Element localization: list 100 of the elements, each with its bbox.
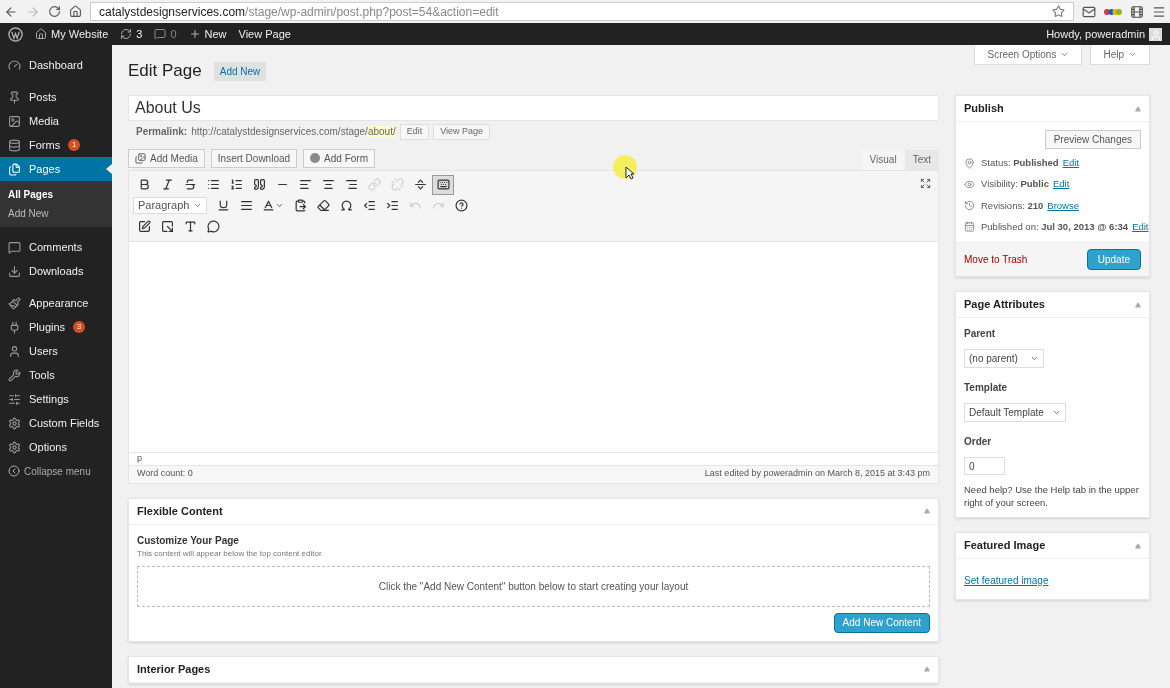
view-page-button[interactable]: View Page [433,124,491,140]
box-title: Publish [964,101,1004,117]
media-button[interactable]: Insert Download [210,148,298,168]
plus-icon [188,28,201,40]
screen-meta-tab[interactable]: Help [1090,45,1150,65]
menu-icon[interactable] [1152,4,1166,19]
menu-item[interactable]: Settings [0,387,112,411]
home-icon[interactable] [69,5,82,18]
publish-info: Visibility: Public [981,177,1049,192]
comments-link[interactable]: 0 [154,25,177,43]
wordpress-logo-icon[interactable] [8,26,23,42]
mail-icon[interactable] [1082,4,1096,19]
film-icon[interactable] [1130,4,1144,19]
site-link[interactable]: My Website [35,25,109,43]
publish-link[interactable]: Edit [1062,156,1079,171]
download-icon [8,264,21,278]
submenu-item[interactable]: Add New [0,204,112,223]
history-icon [964,200,975,212]
box-title: Interior Pages [137,661,211,677]
url-path: /stage/wp-admin/post.php?post=54&action=edit [245,3,499,21]
forms-icon [8,138,21,152]
address-bar[interactable]: catalystdesignservices.com/stage/wp-admin/post.php?post=54&action=edit [90,2,1074,21]
order-field[interactable]: 0 [964,457,1005,475]
collapse-icon [8,465,20,477]
url-host: catalystdesignservices.com [99,3,246,21]
move-to-trash-link[interactable]: Move to Trash [964,252,1028,267]
template-select[interactable]: Default Template [964,403,1066,422]
menu-item[interactable]: Tools [0,363,112,387]
help-text: Need help? Use the Help tab in the upper right of your screen. [964,483,1140,509]
menu-item[interactable]: Appearance [0,291,112,315]
extension-icon[interactable] [1104,6,1122,17]
box-title: Flexible Content [137,503,223,519]
caret-icon [1128,50,1137,59]
caret-icon [1051,408,1061,417]
add-new-button[interactable]: Add New [213,61,267,81]
account-link[interactable]: Howdy, poweradmin [1046,25,1162,43]
title-field[interactable]: About Us [128,95,939,121]
menu-item[interactable]: Users [0,339,112,363]
publish-info: Published on: Jul 30, 2013 @ 6:34 [981,219,1129,234]
media-button[interactable]: Add Form [303,148,375,168]
pin-icon [8,90,21,104]
edit-button[interactable]: Edit [399,124,430,140]
paintbrush-icon [8,296,21,310]
caret-icon [1029,354,1039,363]
caret-icon [1060,50,1070,59]
star-icon[interactable] [1052,5,1065,18]
preview-changes-button[interactable]: Preview Changes [1044,130,1141,149]
last-edited: Last edited by poweradmin on March 8, 2015 at 3:43 pm [704,467,930,481]
menu-item[interactable]: Posts [0,85,112,109]
menu-item[interactable]: Media [0,109,112,133]
updates-link[interactable]: 3 [120,25,143,43]
menu-item[interactable]: Options [0,435,112,459]
avatar-icon [1149,27,1162,41]
back-icon[interactable] [4,4,18,19]
new-link[interactable]: New [188,25,227,43]
publish-info: Revisions: 210 [981,198,1044,213]
menu-item[interactable]: Custom Fields [0,411,112,435]
comment-icon [154,28,167,40]
menu-item[interactable]: Dashboard [0,53,112,77]
user-icon [8,344,21,358]
dashboard-icon [8,58,21,72]
menu-item[interactable]: Forms 1 [0,133,112,157]
publish-link[interactable]: Edit [1132,219,1149,234]
section-title: Customize Your Page [137,533,240,548]
menu-item[interactable]: Pages [0,157,112,181]
refresh-icon [120,28,133,40]
fullscreen-icon[interactable] [920,177,931,189]
box-title: Page Attributes [964,297,1045,313]
settings-icon [8,392,21,406]
screen-meta-tab[interactable]: Screen Options [974,45,1083,65]
field-label: Template [964,381,1009,395]
editor-tab[interactable]: Visual [861,149,905,170]
menu-item[interactable]: Plugins 3 [0,315,112,339]
menu-item[interactable]: Downloads [0,259,112,283]
publish-link[interactable]: Edit [1052,177,1070,192]
format-select[interactable]: Paragraph [133,197,207,214]
calendar-icon [964,221,975,233]
publish-link[interactable]: Browse [1047,198,1079,213]
form-icon [310,153,321,163]
menu-item[interactable]: Comments [0,235,112,259]
permalink-label: Permalink: [136,125,188,140]
parent-select[interactable]: (no parent) [964,349,1044,368]
set-featured-image-link[interactable]: Set featured image [964,575,1049,586]
editor-tab[interactable]: Text [904,149,939,170]
current-arrow-icon [106,164,112,174]
media-icon [135,152,146,164]
collapse-menu-button[interactable]: Collapse menu [0,459,112,483]
submenu-item[interactable]: All Pages [0,185,112,204]
word-count: Word count: 0 [137,467,193,481]
publish-info: Status: Published [981,156,1059,170]
media-button[interactable]: Add Media [128,148,205,168]
permalink-url: http://catalystdesignservices.com/stage/about/ [191,125,396,140]
view-page-link[interactable]: View Page [238,25,291,43]
eye-icon [964,178,975,190]
reload-icon[interactable] [48,5,61,18]
caret-icon [193,201,202,210]
home-icon [35,28,47,40]
pin-icon [964,157,975,169]
section-note: This content will appear below the top content editor. [137,547,325,560]
plug-icon [8,320,21,334]
